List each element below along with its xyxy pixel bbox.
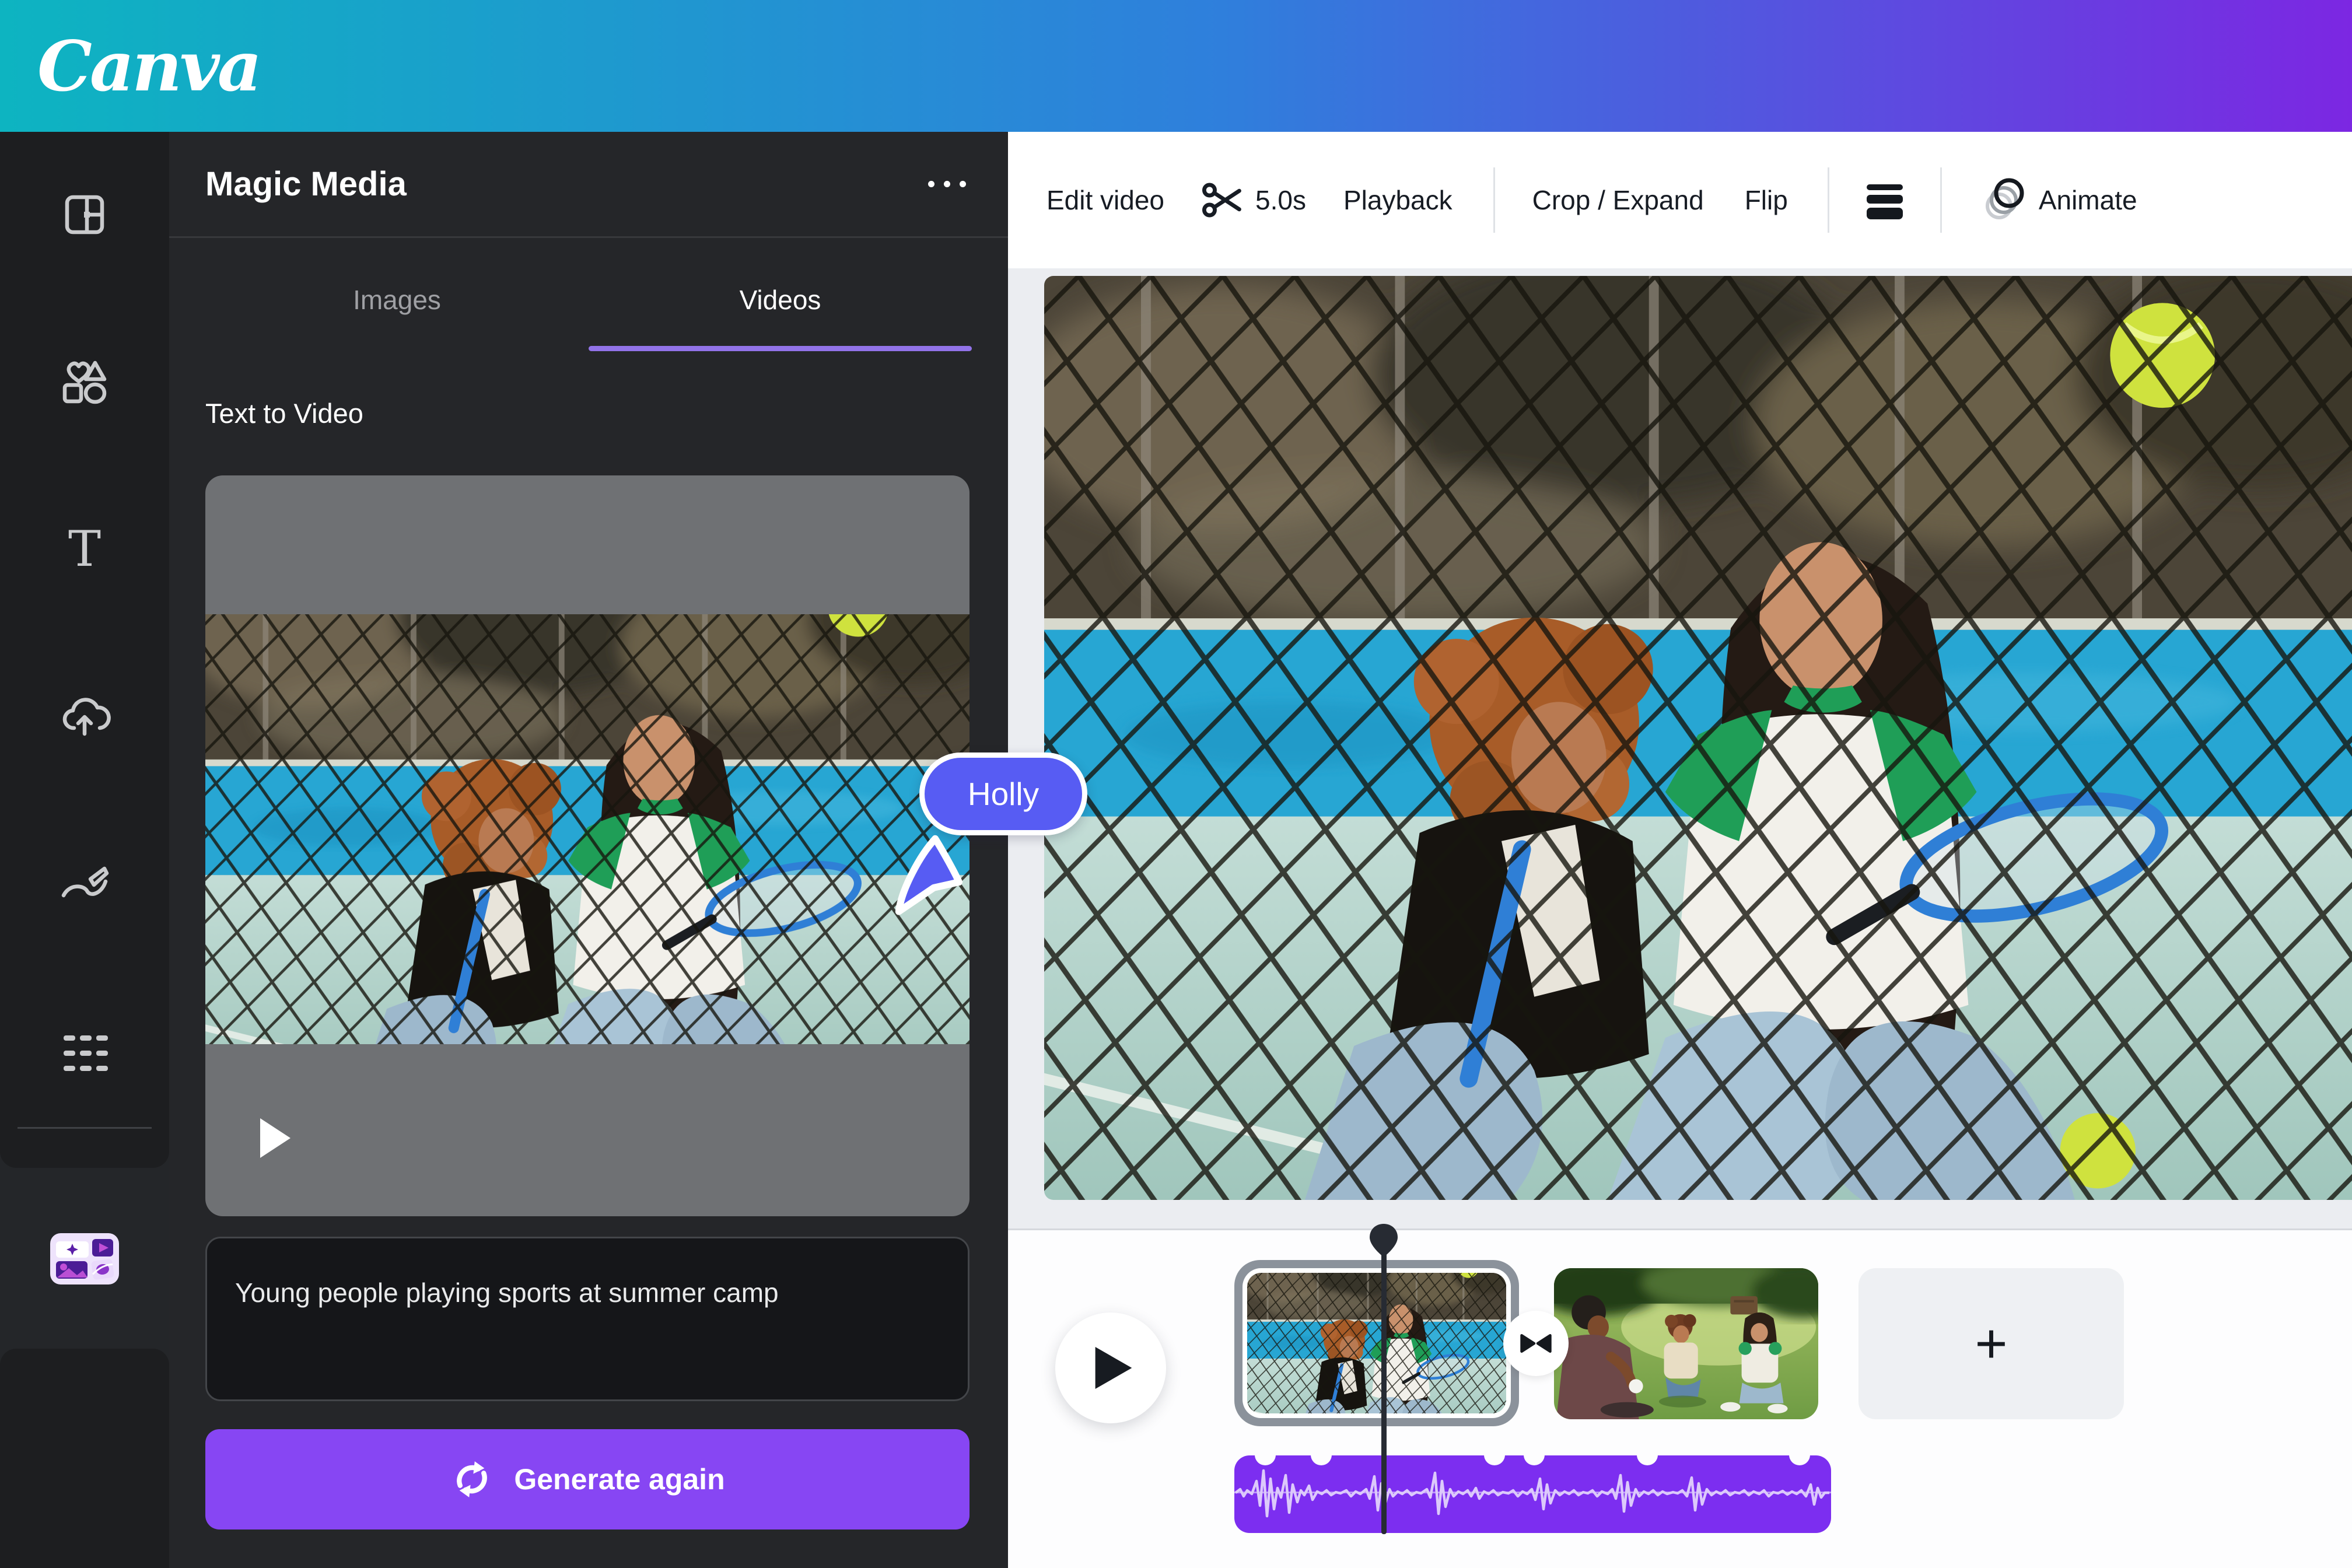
playhead-line[interactable]: [1381, 1242, 1387, 1534]
position-icon: [1866, 184, 1903, 219]
sidebar-rail: T: [0, 132, 169, 1568]
magic-media-panel: Magic Media Images Videos Text to Video …: [169, 132, 1008, 1568]
generate-again-button[interactable]: Generate again: [205, 1429, 970, 1530]
play-icon: [1095, 1347, 1132, 1389]
sidebar-item-uploads[interactable]: [50, 684, 120, 754]
sidebar-item-design[interactable]: [50, 180, 120, 250]
design-icon: [65, 195, 104, 235]
scissors-icon: [1202, 183, 1241, 218]
timeline-clip-1-selected[interactable]: [1234, 1260, 1519, 1426]
canva-logo[interactable]: Canva: [37, 26, 262, 107]
selected-video-page[interactable]: [1044, 276, 2352, 1200]
animate-icon: [1985, 178, 2024, 219]
elements-icon: [62, 360, 107, 404]
sidebar-item-elements[interactable]: [50, 348, 120, 418]
tab-images-label: Images: [353, 285, 441, 315]
play-icon[interactable]: [258, 1116, 293, 1160]
tab-images[interactable]: Images: [205, 257, 589, 351]
transition-button[interactable]: [1503, 1311, 1569, 1376]
playback-button[interactable]: Playback: [1343, 184, 1452, 216]
sidebar-item-apps[interactable]: [50, 1018, 120, 1088]
toolbar-separator: [1940, 167, 1942, 233]
canvas-area: Edit video 5.0s Playback Crop / Expand F…: [1008, 132, 2352, 1568]
sidebar-item-text[interactable]: T: [50, 516, 120, 586]
trim-duration-button[interactable]: 5.0s: [1200, 180, 1306, 220]
sidebar-item-magic-media[interactable]: [50, 1232, 120, 1286]
tab-videos-label: Videos: [739, 285, 821, 315]
duration-label: 5.0s: [1255, 185, 1306, 215]
panel-title: Magic Media: [205, 165, 407, 203]
section-title: Text to Video: [205, 398, 363, 429]
prompt-input[interactable]: Young people playing sports at summer ca…: [205, 1237, 970, 1401]
collaborator-cursor-label: Holly: [919, 752, 1087, 835]
timeline-play-button[interactable]: [1055, 1312, 1166, 1423]
toolbar-separator: [1493, 167, 1495, 233]
panel-header: Magic Media: [169, 132, 1008, 236]
top-bar: Canva: [0, 0, 2352, 132]
context-toolbar: Edit video 5.0s Playback Crop / Expand F…: [1008, 132, 2352, 268]
text-icon: T: [68, 523, 101, 578]
collaborator-name: Holly: [967, 776, 1040, 812]
add-clip-button[interactable]: +: [1859, 1268, 2124, 1419]
apps-icon: [64, 1035, 108, 1071]
edit-video-button[interactable]: Edit video: [1046, 184, 1164, 216]
flip-button[interactable]: Flip: [1745, 184, 1788, 216]
magic-media-app-icon: [50, 1233, 119, 1284]
panel-header-divider: [169, 236, 1008, 238]
svg-text:T: T: [68, 523, 101, 578]
more-options-icon[interactable]: [922, 175, 972, 193]
sidebar-item-draw[interactable]: [50, 850, 120, 920]
add-icon: +: [1975, 1312, 2008, 1375]
crop-expand-button[interactable]: Crop / Expand: [1532, 184, 1704, 216]
uploads-icon: [62, 698, 111, 736]
timeline-divider: [1008, 1228, 2352, 1230]
cursor-pointer-icon: [895, 835, 963, 915]
canva-editor: Canva T Magic Media Images Videos Text t…: [0, 0, 2352, 1568]
sidebar-rail-main: [0, 132, 169, 1168]
position-button[interactable]: [1866, 181, 1904, 219]
animate-label: Animate: [2038, 185, 2137, 215]
animate-button[interactable]: Animate: [1982, 176, 2137, 225]
playhead-pin-icon[interactable]: [1368, 1224, 1399, 1258]
generated-video-thumbnail: [205, 614, 970, 1044]
generate-again-label: Generate again: [514, 1463, 725, 1496]
regenerate-icon: [457, 1461, 488, 1497]
generated-video-card[interactable]: [205, 475, 970, 1216]
waveform-graphic: [1234, 1469, 1831, 1518]
tab-bar: Images Videos: [205, 257, 972, 351]
audio-track[interactable]: [1234, 1455, 1831, 1533]
transition-icon: [1520, 1334, 1552, 1353]
timeline-clip-2[interactable]: [1554, 1268, 1818, 1419]
sidebar-rail-bottom: [0, 1349, 169, 1568]
draw-icon: [61, 866, 109, 898]
active-tab-underline: [589, 346, 972, 351]
rail-divider: [18, 1127, 152, 1129]
toolbar-separator: [1827, 167, 1829, 233]
tab-videos[interactable]: Videos: [589, 257, 972, 351]
